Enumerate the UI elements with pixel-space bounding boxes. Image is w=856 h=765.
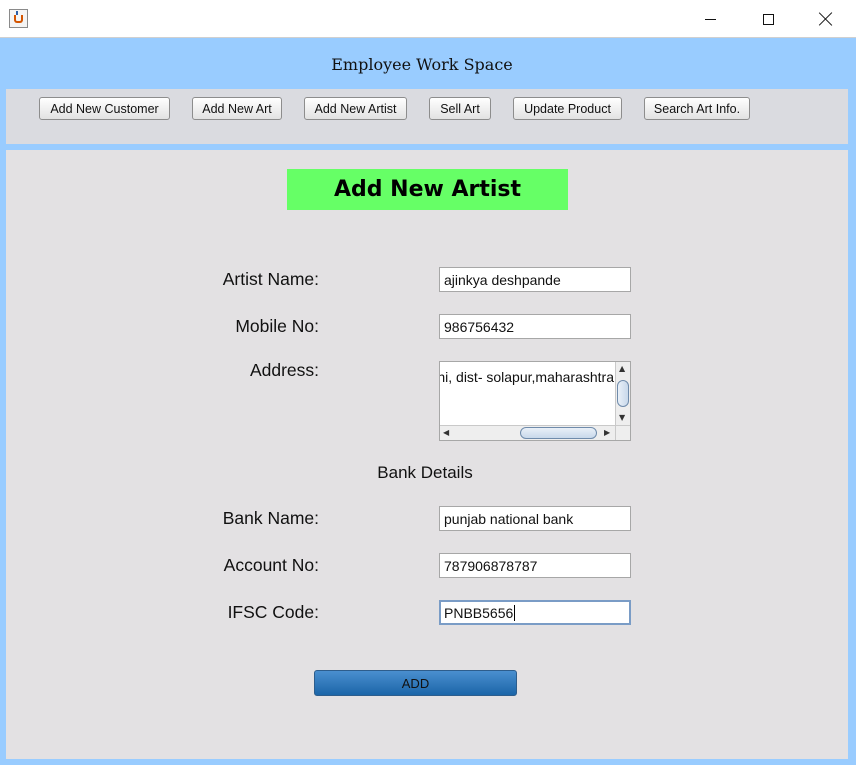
search-art-info-button[interactable]: Search Art Info. (644, 97, 750, 120)
text-caret (514, 605, 516, 621)
update-product-button[interactable]: Update Product (513, 97, 622, 120)
add-new-artist-button[interactable]: Add New Artist (304, 97, 407, 120)
vertical-scroll-thumb[interactable] (617, 380, 629, 407)
sell-art-button[interactable]: Sell Art (429, 97, 491, 120)
mobile-no-input[interactable]: 986756432 (439, 314, 631, 339)
address-vertical-scrollbar[interactable]: ▲ ▼ (615, 362, 630, 426)
toolbar: Add New Customer Add New Art Add New Art… (6, 89, 848, 144)
address-label: Address: (249, 360, 319, 380)
minimize-icon (704, 18, 716, 20)
form-title: Add New Artist (287, 169, 568, 210)
artist-name-label: Artist Name: (222, 269, 319, 289)
title-bar (0, 0, 856, 38)
close-icon (819, 12, 833, 26)
address-textarea[interactable]: hi, dist- solapur,maharashtra ▲ ▼ ◀ ▶ (439, 361, 631, 441)
scroll-right-arrow-icon[interactable]: ▶ (604, 428, 610, 438)
maximize-icon (762, 13, 774, 25)
mobile-no-label: Mobile No: (235, 316, 319, 336)
form-panel: Add New Artist Artist Name: ajinkya desh… (6, 150, 848, 759)
add-new-art-button[interactable]: Add New Art (192, 97, 282, 120)
horizontal-scroll-thumb[interactable] (520, 427, 597, 439)
maximize-button[interactable] (739, 0, 797, 38)
artist-name-input[interactable]: ajinkya deshpande (439, 267, 631, 292)
ifsc-code-value: PNBB5656 (444, 605, 514, 621)
address-text: hi, dist- solapur,maharashtra (440, 369, 614, 385)
java-cup-icon (9, 9, 28, 28)
scroll-up-arrow-icon[interactable]: ▲ (619, 364, 625, 374)
minimize-button[interactable] (681, 0, 739, 38)
bank-name-label: Bank Name: (222, 508, 319, 528)
close-button[interactable] (797, 0, 855, 38)
ifsc-code-input[interactable]: PNBB5656 (439, 600, 631, 625)
app-window: Employee Work Space Add New Customer Add… (0, 0, 856, 765)
bank-name-input[interactable]: punjab national bank (439, 506, 631, 531)
scroll-down-arrow-icon[interactable]: ▼ (619, 413, 625, 423)
scroll-left-arrow-icon[interactable]: ◀ (443, 428, 449, 438)
add-button[interactable]: ADD (314, 670, 517, 696)
ifsc-code-label: IFSC Code: (227, 602, 319, 622)
account-no-label: Account No: (223, 555, 319, 575)
account-no-input[interactable]: 787906878787 (439, 553, 631, 578)
scroll-corner (615, 425, 630, 440)
bank-details-heading: Bank Details (377, 463, 473, 482)
add-new-customer-button[interactable]: Add New Customer (39, 97, 170, 120)
address-horizontal-scrollbar[interactable]: ◀ ▶ (440, 425, 617, 440)
page-title: Employee Work Space (331, 55, 513, 74)
